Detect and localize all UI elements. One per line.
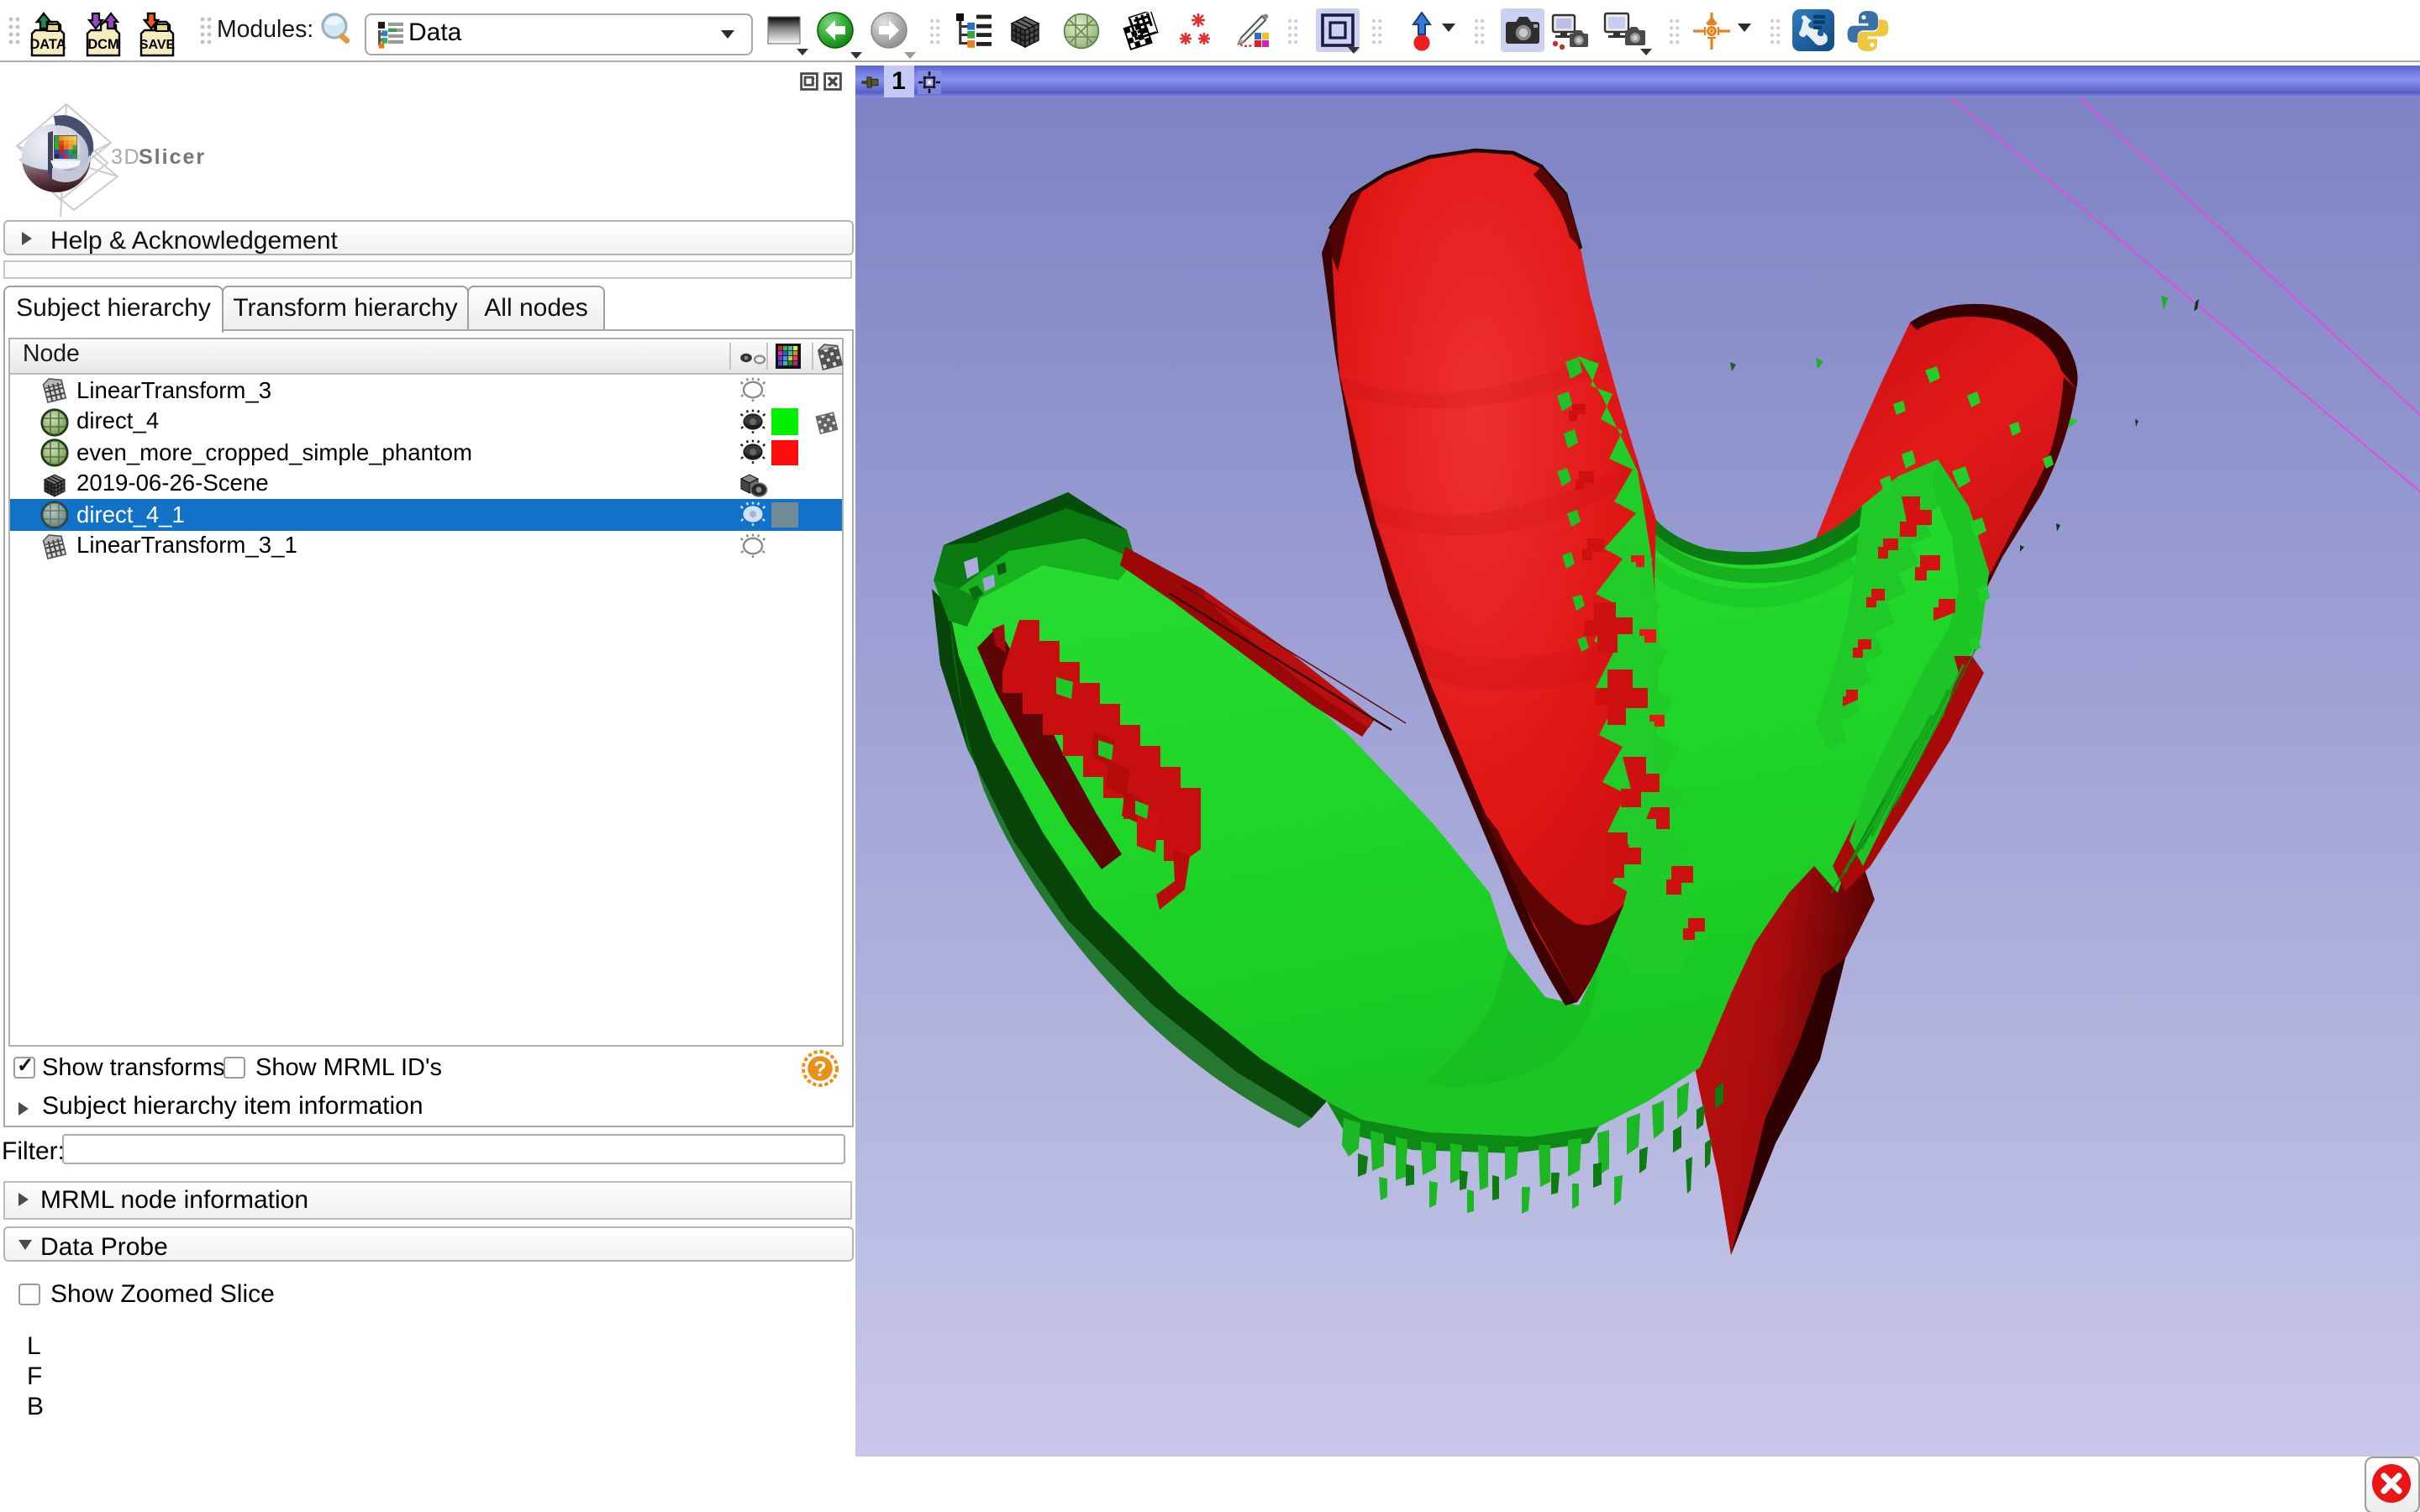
- svg-text:DCM: DCM: [87, 37, 118, 52]
- svg-text:SAVE: SAVE: [139, 38, 176, 52]
- svg-text:DATA: DATA: [29, 37, 66, 52]
- svg-text:3D: 3D: [111, 145, 140, 169]
- svg-text:Slicer: Slicer: [139, 145, 206, 169]
- svg-text:?: ?: [813, 1058, 826, 1081]
